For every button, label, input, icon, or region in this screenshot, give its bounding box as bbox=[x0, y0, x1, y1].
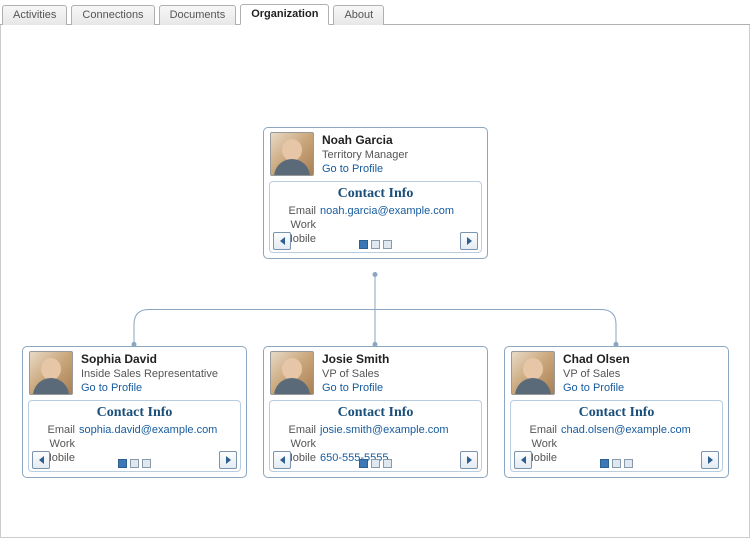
person-name: Josie Smith bbox=[322, 352, 389, 366]
pager-dot[interactable] bbox=[359, 459, 368, 468]
pager-dot[interactable] bbox=[383, 459, 392, 468]
contact-info-title: Contact Info bbox=[513, 403, 720, 423]
person-name: Noah Garcia bbox=[322, 133, 408, 147]
contact-info-panel: Contact Info Emailchad.olsen@example.com… bbox=[510, 400, 723, 472]
person-card: Sophia David Inside Sales Representative… bbox=[22, 346, 247, 478]
avatar bbox=[29, 351, 73, 395]
person-title: VP of Sales bbox=[322, 368, 389, 380]
person-name: Chad Olsen bbox=[563, 352, 630, 366]
label-work: Work bbox=[35, 437, 79, 451]
label-work: Work bbox=[276, 437, 320, 451]
contact-info-panel: Contact Info Emailsophia.david@example.c… bbox=[28, 400, 241, 472]
contact-info-title: Contact Info bbox=[31, 403, 238, 423]
tab-about[interactable]: About bbox=[333, 5, 384, 25]
pager-dot[interactable] bbox=[612, 459, 621, 468]
go-to-profile-link[interactable]: Go to Profile bbox=[563, 382, 630, 394]
value-email[interactable]: chad.olsen@example.com bbox=[561, 423, 691, 437]
contact-info-title: Contact Info bbox=[272, 184, 479, 204]
avatar bbox=[511, 351, 555, 395]
label-email: Email bbox=[276, 423, 320, 437]
pager-dot[interactable] bbox=[624, 459, 633, 468]
avatar bbox=[270, 351, 314, 395]
pager bbox=[270, 459, 481, 468]
person-card: Chad Olsen VP of Sales Go to Profile Con… bbox=[504, 346, 729, 478]
person-title: Inside Sales Representative bbox=[81, 368, 218, 380]
pager bbox=[511, 459, 722, 468]
value-email[interactable]: josie.smith@example.com bbox=[320, 423, 449, 437]
pager-dot[interactable] bbox=[371, 459, 380, 468]
label-email: Email bbox=[276, 204, 320, 218]
value-email[interactable]: noah.garcia@example.com bbox=[320, 204, 454, 218]
tab-connections[interactable]: Connections bbox=[71, 5, 154, 25]
person-title: Territory Manager bbox=[322, 149, 408, 161]
label-email: Email bbox=[517, 423, 561, 437]
tab-bar: Activities Connections Documents Organiz… bbox=[0, 0, 750, 25]
pager-dot[interactable] bbox=[371, 240, 380, 249]
contact-info-panel: Contact Info Emailnoah.garcia@example.co… bbox=[269, 181, 482, 253]
pager-dot[interactable] bbox=[383, 240, 392, 249]
label-work: Work bbox=[517, 437, 561, 451]
person-card-root: Noah Garcia Territory Manager Go to Prof… bbox=[263, 127, 488, 259]
go-to-profile-link[interactable]: Go to Profile bbox=[322, 163, 408, 175]
label-work: Work bbox=[276, 218, 320, 232]
person-name: Sophia David bbox=[81, 352, 218, 366]
org-chart: Noah Garcia Territory Manager Go to Prof… bbox=[1, 25, 749, 537]
tab-organization[interactable]: Organization bbox=[240, 4, 329, 25]
pager-dot[interactable] bbox=[600, 459, 609, 468]
avatar bbox=[270, 132, 314, 176]
pager bbox=[270, 240, 481, 249]
pager-dot[interactable] bbox=[118, 459, 127, 468]
pager bbox=[29, 459, 240, 468]
tab-documents[interactable]: Documents bbox=[159, 5, 237, 25]
person-title: VP of Sales bbox=[563, 368, 630, 380]
tab-activities[interactable]: Activities bbox=[2, 5, 67, 25]
pager-dot[interactable] bbox=[359, 240, 368, 249]
pager-dot[interactable] bbox=[142, 459, 151, 468]
value-email[interactable]: sophia.david@example.com bbox=[79, 423, 217, 437]
go-to-profile-link[interactable]: Go to Profile bbox=[322, 382, 389, 394]
tab-content: Noah Garcia Territory Manager Go to Prof… bbox=[0, 25, 750, 538]
go-to-profile-link[interactable]: Go to Profile bbox=[81, 382, 218, 394]
pager-dot[interactable] bbox=[130, 459, 139, 468]
person-card: Josie Smith VP of Sales Go to Profile Co… bbox=[263, 346, 488, 478]
label-email: Email bbox=[35, 423, 79, 437]
contact-info-panel: Contact Info Emailjosie.smith@example.co… bbox=[269, 400, 482, 472]
contact-info-title: Contact Info bbox=[272, 403, 479, 423]
